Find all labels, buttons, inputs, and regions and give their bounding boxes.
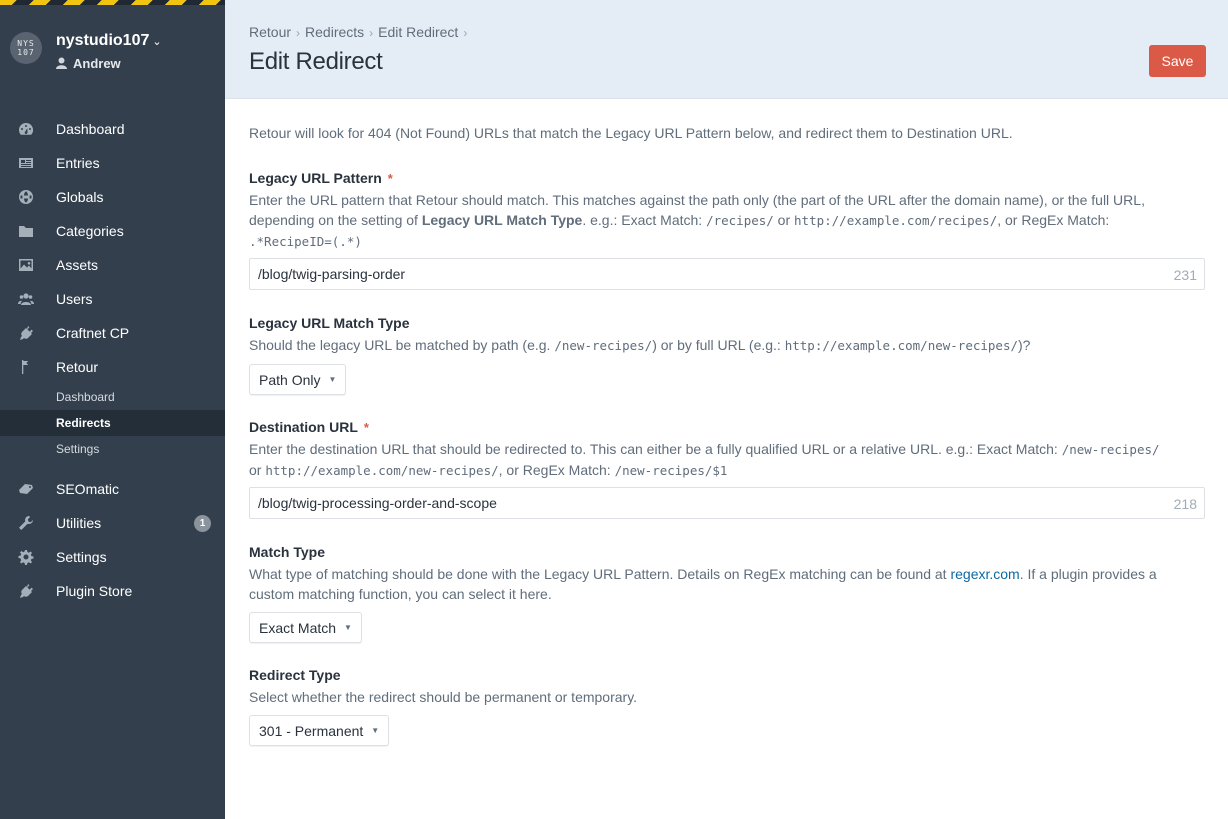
site-logo: NYS 107	[10, 32, 42, 64]
gear-icon	[18, 549, 34, 565]
chevron-down-icon: ▼	[328, 375, 337, 384]
nav-globals[interactable]: Globals	[0, 180, 225, 214]
char-count: 231	[1173, 267, 1197, 283]
field-label: Redirect Type	[249, 667, 341, 683]
folder-icon	[18, 223, 34, 239]
field-label: Match Type	[249, 544, 325, 560]
nav-retour[interactable]: Retour	[0, 350, 225, 384]
redirect-type-field: Redirect Type Select whether the redirec…	[249, 665, 1205, 746]
chevron-down-icon: ⌄	[152, 36, 162, 48]
seomatic-icon	[18, 481, 34, 497]
nav-dashboard[interactable]: Dashboard	[0, 112, 225, 146]
nav-plugin-store[interactable]: Plugin Store	[0, 574, 225, 608]
signpost-icon	[18, 359, 34, 375]
dashboard-icon	[18, 121, 34, 137]
nav-entries[interactable]: Entries	[0, 146, 225, 180]
match-type-select[interactable]: Exact Match ▼	[249, 612, 362, 643]
nav-assets[interactable]: Assets	[0, 248, 225, 282]
legacy-url-input[interactable]: /blog/twig-parsing-order 231	[249, 258, 1205, 290]
nav-retour-settings[interactable]: Settings	[0, 436, 225, 462]
user-icon	[56, 57, 67, 69]
dev-mode-stripe	[0, 0, 225, 5]
entries-icon	[18, 155, 34, 171]
destination-url-field: Destination URL * Enter the destination U…	[249, 417, 1205, 519]
site-name[interactable]: nystudio107 ⌄	[56, 32, 162, 50]
nav-retour-dashboard[interactable]: Dashboard	[0, 384, 225, 410]
user-menu[interactable]: Andrew	[56, 56, 121, 71]
field-instructions: Enter the destination URL that should be…	[249, 441, 1160, 478]
intro-text: Retour will look for 404 (Not Found) URL…	[249, 125, 1013, 141]
breadcrumb-redirects[interactable]: Redirects	[305, 24, 364, 40]
destination-url-input[interactable]: /blog/twig-processing-order-and-scope 218	[249, 487, 1205, 519]
field-instructions: Select whether the redirect should be pe…	[249, 689, 638, 705]
field-label: Legacy URL Match Type	[249, 315, 410, 331]
breadcrumb-separator: ›	[369, 26, 374, 40]
nav-utilities[interactable]: Utilities 1	[0, 506, 225, 540]
breadcrumb-separator: ›	[463, 26, 468, 40]
page-header: Retour › Redirects › Edit Redirect › Edit Red…	[225, 0, 1228, 99]
chevron-down-icon: ▼	[344, 623, 352, 632]
redirect-type-select[interactable]: 301 - Permanent ▼	[249, 715, 390, 746]
page-title: Edit Redirect	[249, 48, 383, 75]
plug-icon	[18, 583, 34, 599]
field-instructions: What type of matching should be done wit…	[249, 566, 1157, 602]
breadcrumb-retour[interactable]: Retour	[249, 24, 291, 40]
breadcrumb-edit-redirect[interactable]: Edit Redirect	[378, 24, 458, 40]
globe-icon	[18, 189, 34, 205]
field-label: Destination URL *	[249, 419, 369, 435]
field-instructions: Should the legacy URL be matched by path…	[249, 337, 1031, 353]
nav-retour-redirects[interactable]: Redirects	[0, 410, 225, 436]
main-nav: Dashboard Entries Globals Categories Ass…	[0, 112, 225, 608]
image-icon	[18, 257, 34, 273]
breadcrumb: Retour › Redirects › Edit Redirect ›	[249, 24, 472, 40]
plug-icon	[18, 325, 34, 341]
utilities-badge: 1	[194, 515, 211, 532]
nav-settings[interactable]: Settings	[0, 540, 225, 574]
legacy-match-type-select[interactable]: Path Only ▼	[249, 364, 347, 395]
field-instructions: Enter the URL pattern that Retour should…	[249, 192, 1145, 249]
field-label: Legacy URL Pattern *	[249, 170, 393, 186]
required-indicator: *	[363, 420, 369, 435]
legacy-url-match-type-field: Legacy URL Match Type Should the legacy …	[249, 313, 1205, 395]
nav-categories[interactable]: Categories	[0, 214, 225, 248]
sidebar: NYS 107 nystudio107 ⌄ Andrew Dashboard En…	[0, 0, 225, 819]
required-indicator: *	[387, 171, 393, 186]
nav-users[interactable]: Users	[0, 282, 225, 316]
legacy-url-pattern-field: Legacy URL Pattern * Enter the URL patter…	[249, 168, 1205, 290]
wrench-icon	[18, 515, 34, 531]
match-type-field: Match Type What type of matching should …	[249, 542, 1205, 643]
regexr-link[interactable]: regexr.com	[950, 566, 1019, 582]
nav-craftnet-cp[interactable]: Craftnet CP	[0, 316, 225, 350]
nav-seomatic[interactable]: SEOmatic	[0, 472, 225, 506]
breadcrumb-separator: ›	[296, 26, 301, 40]
char-count: 218	[1173, 496, 1197, 512]
save-button[interactable]: Save	[1149, 45, 1206, 77]
chevron-down-icon: ▼	[371, 726, 380, 735]
users-icon	[18, 291, 34, 307]
